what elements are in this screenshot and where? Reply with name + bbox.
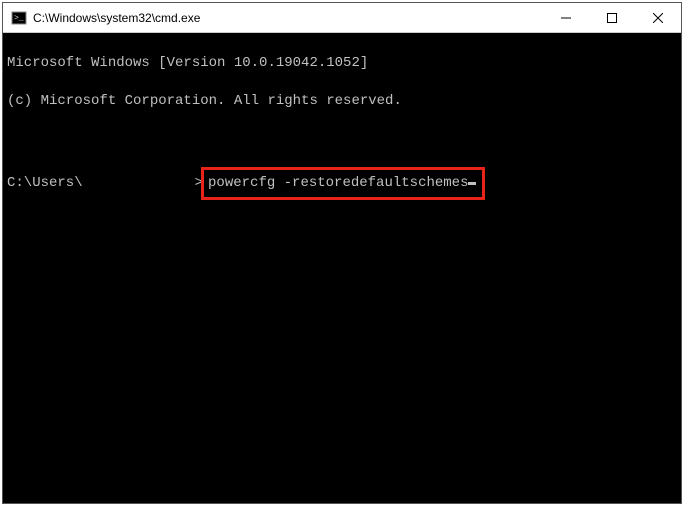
copyright-line: (c) Microsoft Corporation. All rights re…	[7, 92, 677, 111]
cursor	[468, 182, 476, 185]
maximize-button[interactable]	[589, 3, 635, 32]
svg-text:>_: >_	[14, 14, 24, 23]
prompt-prefix: C:\Users\	[7, 175, 83, 191]
cmd-window: >_ C:\Windows\system32\cmd.exe Microsoft…	[2, 2, 682, 504]
minimize-button[interactable]	[543, 3, 589, 32]
caption-buttons	[543, 3, 681, 32]
window-title: C:\Windows\system32\cmd.exe	[33, 11, 543, 25]
titlebar[interactable]: >_ C:\Windows\system32\cmd.exe	[3, 3, 681, 33]
terminal-body[interactable]: Microsoft Windows [Version 10.0.19042.10…	[3, 33, 681, 503]
command-highlight: powercfg -restoredefaultschemes	[201, 167, 485, 200]
cmd-icon: >_	[11, 10, 27, 26]
version-line: Microsoft Windows [Version 10.0.19042.10…	[7, 54, 677, 73]
redacted-username	[83, 177, 195, 191]
close-button[interactable]	[635, 3, 681, 32]
blank-line	[7, 129, 677, 148]
command-text: powercfg -restoredefaultschemes	[208, 175, 468, 191]
prompt-line: C:\Users\>powercfg -restoredefaultscheme…	[7, 167, 677, 200]
